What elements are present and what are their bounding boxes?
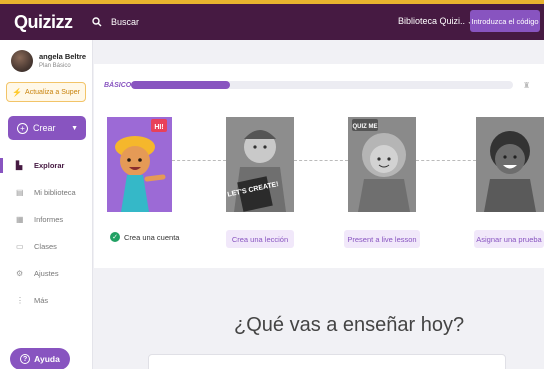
library-label: Biblioteca Quizi.. [398, 16, 466, 26]
user-profile[interactable]: angela Beltre Plan Básico [0, 40, 92, 72]
sidebar-item-library[interactable]: ▤ Mi biblioteca [0, 179, 93, 206]
help-label: Ayuda [34, 354, 60, 364]
assign-quiz-button[interactable]: Asignar una prueba [474, 230, 544, 248]
user-plan: Plan Básico [39, 63, 71, 69]
create-lesson-button[interactable]: Crea una lección [226, 230, 294, 248]
trophy-icon: ♜ [523, 80, 531, 90]
search-input[interactable]: Buscar [111, 17, 139, 27]
classes-icon: ▭ [16, 242, 24, 251]
create-label: Crear [33, 123, 56, 133]
bolt-icon: ⚡ [12, 87, 23, 97]
sidebar-item-label: Ajustes [34, 269, 59, 278]
progress-fill [131, 81, 231, 89]
more-icon: ⋮ [16, 296, 24, 305]
upgrade-label: Actualiza a Super [25, 88, 80, 96]
plus-icon: + [17, 122, 28, 134]
create-button[interactable]: + Crear ▼ [8, 116, 86, 140]
present-live-lesson-button[interactable]: Present a live lesson [344, 230, 420, 248]
step-create-account-status: ✓ Crea una cuenta [110, 232, 179, 242]
sidebar-item-reports[interactable]: ▦ Informes [0, 206, 93, 233]
sidebar-nav: ▙ Explorar ▤ Mi biblioteca ▦ Informes ▭ … [0, 152, 93, 314]
step-assign-quiz-illustration [476, 117, 544, 212]
progress-bar [131, 81, 513, 89]
upgrade-button[interactable]: ⚡ Actualiza a Super [6, 82, 86, 102]
step-connector [294, 160, 348, 161]
top-bar: Quizizz Buscar Biblioteca Quizi.. ⌄ Intr… [0, 0, 544, 40]
sidebar-item-label: Mi biblioteca [34, 188, 76, 197]
step-create-lesson-illustration: LET'S CREATE! [226, 117, 294, 212]
step-present-lesson-illustration: QUIZ ME [348, 117, 416, 212]
question-icon: ? [20, 354, 31, 364]
step-label: Crea una cuenta [124, 232, 180, 242]
page-heading: ¿Qué vas a enseñar hoy? [234, 314, 465, 336]
tile-text: QUIZ ME [353, 124, 378, 130]
user-name: angela Beltre [39, 52, 87, 61]
settings-icon: ⚙ [16, 269, 24, 278]
reports-icon: ▦ [16, 215, 24, 224]
sidebar: angela Beltre Plan Básico ⚡ Actualiza a … [0, 40, 93, 369]
step-connector [172, 160, 226, 161]
sidebar-item-label: Explorar [34, 161, 65, 170]
avatar[interactable] [11, 50, 33, 72]
step-create-account-illustration: HI! [107, 117, 172, 212]
library-dropdown[interactable]: Biblioteca Quizi.. ⌄ [398, 16, 474, 26]
library-icon: ▤ [16, 188, 24, 197]
level-label: BÁSICO [104, 81, 132, 89]
sidebar-item-explore[interactable]: ▙ Explorar [0, 152, 93, 179]
sidebar-item-classes[interactable]: ▭ Clases [0, 233, 93, 260]
sidebar-item-label: Clases [34, 242, 57, 251]
tile-text: HI! [154, 124, 163, 131]
search-icon [92, 17, 102, 27]
sidebar-item-label: Más [34, 296, 49, 305]
chevron-down-icon: ▼ [71, 124, 78, 132]
sidebar-item-label: Informes [34, 215, 64, 224]
progress-section: BÁSICO ♜ [94, 78, 544, 92]
quizizz-logo[interactable]: Quizizz [14, 12, 86, 33]
sidebar-item-settings[interactable]: ⚙ Ajustes [0, 260, 93, 287]
search-bar[interactable]: Buscar [92, 17, 139, 27]
topic-search-input[interactable] [148, 354, 506, 369]
enter-code-button[interactable]: Introduzca el código [470, 10, 540, 32]
explore-icon: ▙ [16, 161, 23, 170]
checkmark-icon: ✓ [110, 232, 120, 242]
help-button[interactable]: ? Ayuda [10, 348, 70, 369]
step-connector [416, 160, 476, 161]
sidebar-item-more[interactable]: ⋮ Más [0, 287, 93, 314]
